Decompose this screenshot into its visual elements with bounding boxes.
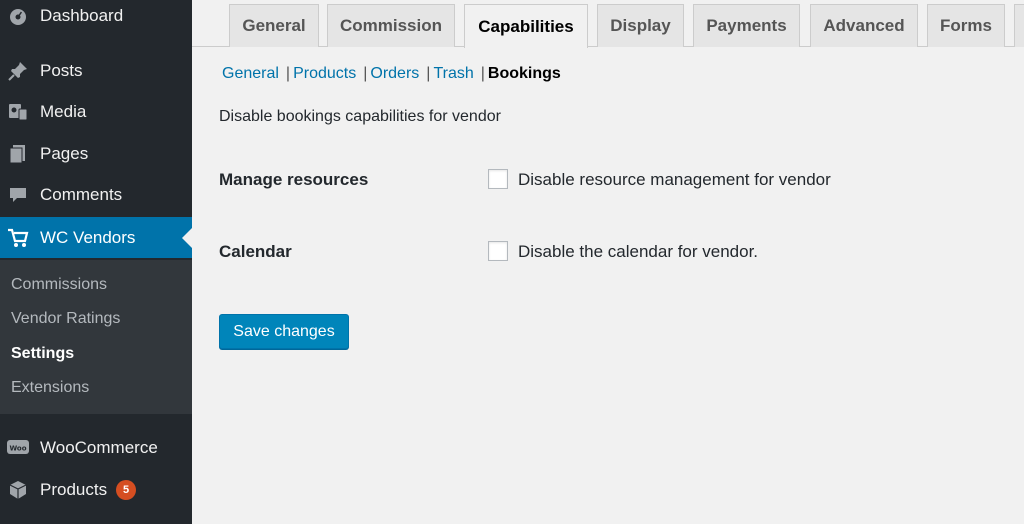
sidebar-item-woocommerce[interactable]: Woo WooCommerce (0, 428, 192, 468)
sidebar-item-media[interactable]: Media (0, 92, 192, 132)
sidebar-item-posts[interactable]: Posts (0, 51, 192, 91)
manage-resources-checkbox-label[interactable]: Disable resource management for vendor (518, 170, 831, 190)
sidebar-item-label: Products (40, 480, 108, 499)
tab-overflow[interactable] (1014, 4, 1024, 47)
subnav-orders[interactable]: Orders (370, 65, 419, 82)
submenu-commissions[interactable]: Commissions (11, 276, 107, 294)
sidebar-item-wc-vendors[interactable]: WC Vendors (0, 217, 192, 258)
subnav-trash[interactable]: Trash (433, 65, 473, 82)
svg-text:Woo: Woo (9, 445, 26, 453)
tab-display[interactable]: Display (597, 4, 684, 47)
sidebar-item-label: Pages (40, 144, 89, 163)
capabilities-subnav: General | Products | Orders | Trash | Bookings (222, 65, 561, 82)
box-icon (7, 479, 29, 501)
tab-general[interactable]: General (229, 4, 319, 47)
sidebar-item-label: Comments (40, 185, 123, 204)
pages-icon (7, 143, 29, 165)
tab-forms[interactable]: Forms (927, 4, 1005, 47)
tab-advanced[interactable]: Advanced (810, 4, 918, 47)
sidebar-item-label: Posts (40, 61, 83, 80)
tab-payments[interactable]: Payments (693, 4, 800, 47)
calendar-checkbox[interactable] (488, 241, 508, 261)
admin-sidebar: Dashboard Posts Media Pages Comments WC … (0, 0, 192, 524)
media-icon (7, 101, 29, 123)
settings-tabs: General Commission Capabilities Display … (192, 0, 1024, 48)
sidebar-item-label: WC Vendors (40, 227, 136, 247)
sidebar-item-dashboard[interactable]: Dashboard (0, 0, 192, 36)
manage-resources-checkbox[interactable] (488, 169, 508, 189)
sidebar-item-label: Media (40, 102, 87, 121)
save-changes-button[interactable]: Save changes (219, 314, 349, 349)
subnav-bookings[interactable]: Bookings (488, 65, 561, 82)
pin-icon (7, 60, 29, 82)
woo-icon: Woo (7, 437, 29, 459)
dashboard-icon (7, 5, 29, 27)
tab-capabilities[interactable]: Capabilities (464, 4, 588, 48)
setting-label-manage-resources: Manage resources (219, 170, 369, 189)
sidebar-item-products[interactable]: Products 5 (0, 470, 192, 510)
tab-commission[interactable]: Commission (327, 4, 455, 47)
subnav-general[interactable]: General (222, 65, 279, 82)
submenu-vendor-ratings[interactable]: Vendor Ratings (11, 310, 120, 328)
cart-icon (7, 227, 29, 249)
section-description: Disable bookings capabilities for vendor (219, 108, 501, 125)
submenu-settings[interactable]: Settings (11, 345, 74, 363)
sidebar-item-label: Dashboard (40, 6, 124, 25)
calendar-checkbox-label[interactable]: Disable the calendar for vendor. (518, 242, 758, 262)
wc-vendors-submenu: Commissions Vendor Ratings Settings Exte… (0, 260, 192, 414)
sidebar-item-label: WooCommerce (40, 438, 158, 457)
comment-icon (7, 184, 29, 206)
submenu-extensions[interactable]: Extensions (11, 379, 89, 397)
sidebar-item-comments[interactable]: Comments (0, 175, 192, 215)
setting-label-calendar: Calendar (219, 242, 292, 261)
update-count-badge: 5 (116, 480, 137, 500)
subnav-products[interactable]: Products (293, 65, 356, 82)
sidebar-item-pages[interactable]: Pages (0, 134, 192, 174)
